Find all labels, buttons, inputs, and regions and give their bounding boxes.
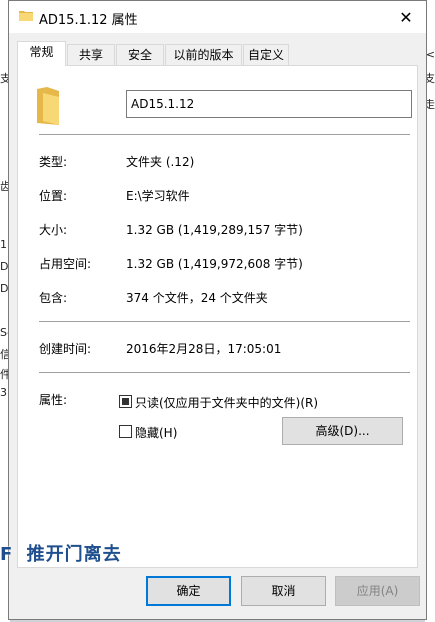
- size-on-disk-label: 占用空间:: [39, 257, 92, 271]
- tab-sharing[interactable]: 共享: [67, 44, 115, 65]
- tab-customize[interactable]: 自定义: [243, 44, 289, 65]
- size-on-disk-value: 1.32 GB (1,419,972,608 字节): [126, 257, 303, 271]
- advanced-button[interactable]: 高级(D)...: [282, 417, 403, 445]
- hidden-checkbox[interactable]: [119, 425, 132, 438]
- tab-previous-versions[interactable]: 以前的版本: [165, 44, 242, 65]
- folder-icon: [37, 87, 59, 125]
- hidden-label: 隐藏(H): [135, 426, 178, 440]
- apply-button[interactable]: 应用(A): [335, 576, 420, 606]
- separator: [39, 134, 410, 135]
- separator: [39, 321, 410, 322]
- window-title: AD15.1.12 属性: [39, 13, 138, 28]
- separator: [39, 372, 410, 373]
- type-label: 类型:: [39, 155, 68, 169]
- attributes-label: 属性:: [39, 393, 68, 407]
- background-text: 1: [0, 238, 7, 251]
- location-label: 位置:: [39, 189, 68, 203]
- type-value: 文件夹 (.12): [126, 155, 195, 169]
- readonly-label: 只读(仅应用于文件夹中的文件)(R): [135, 396, 319, 410]
- watermark-prefix: F: [0, 544, 14, 565]
- contains-value: 374 个文件，24 个文件夹: [126, 291, 268, 305]
- folder-name-input[interactable]: AD15.1.12: [126, 90, 412, 118]
- size-label: 大小:: [39, 223, 68, 237]
- close-button[interactable]: ✕: [386, 1, 426, 33]
- cancel-button[interactable]: 取消: [241, 576, 326, 606]
- size-value: 1.32 GB (1,419,289,157 字节): [126, 223, 303, 237]
- background-text: <: [425, 48, 435, 61]
- contains-label: 包含:: [39, 291, 68, 305]
- ok-button[interactable]: 确定: [146, 576, 231, 606]
- general-panel: [17, 65, 418, 568]
- watermark-overlay: F 推开门离去: [0, 540, 140, 566]
- tab-security[interactable]: 安全: [116, 44, 164, 65]
- created-value: 2016年2月28日，17:05:01: [126, 342, 282, 356]
- title-bar: AD15.1.12 属性 ✕: [9, 1, 426, 33]
- readonly-checkbox[interactable]: [119, 395, 132, 408]
- close-icon: ✕: [399, 7, 413, 27]
- location-value: E:\学习软件: [126, 189, 190, 203]
- tab-general[interactable]: 常规: [17, 41, 66, 66]
- folder-icon: [19, 11, 33, 21]
- properties-dialog: AD15.1.12 属性 ✕ 常规 共享 安全 以前的版本 自定义 AD15.1…: [8, 0, 427, 620]
- watermark-text: 推开门离去: [26, 544, 122, 565]
- created-label: 创建时间:: [39, 342, 92, 356]
